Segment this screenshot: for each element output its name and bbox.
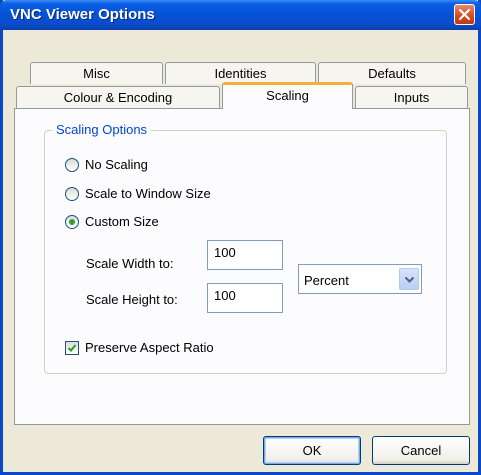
tab-scaling[interactable]: Scaling [222, 82, 353, 109]
ok-button[interactable]: OK [263, 436, 361, 465]
scale-height-input[interactable]: 100 [207, 283, 283, 313]
checkbox[interactable] [65, 341, 79, 355]
radio-label: Custom Size [85, 214, 159, 229]
dropdown-button[interactable] [399, 268, 419, 290]
cancel-button[interactable]: Cancel [372, 436, 470, 465]
tab-identities[interactable]: Identities [165, 62, 316, 84]
close-button[interactable] [454, 4, 475, 25]
unit-select-value: Percent [304, 273, 349, 288]
checkbox-label: Preserve Aspect Ratio [85, 340, 214, 355]
tab-misc[interactable]: Misc [30, 62, 163, 84]
radio-label: No Scaling [85, 157, 148, 172]
unit-select[interactable]: Percent [298, 264, 422, 294]
radio-label: Scale to Window Size [85, 186, 211, 201]
tab-colour-encoding[interactable]: Colour & Encoding [16, 86, 220, 108]
window-title: VNC Viewer Options [10, 6, 155, 23]
tab-inputs[interactable]: Inputs [355, 86, 468, 108]
title-bar[interactable]: VNC Viewer Options [0, 0, 481, 30]
scale-width-input[interactable]: 100 [207, 240, 283, 270]
group-title: Scaling Options [52, 122, 152, 137]
radio-button-selected[interactable] [65, 215, 79, 229]
radio-button[interactable] [65, 158, 79, 172]
scale-width-label: Scale Width to: [86, 256, 174, 271]
tab-defaults[interactable]: Defaults [318, 62, 466, 84]
radio-button[interactable] [65, 187, 79, 201]
scale-height-label: Scale Height to: [86, 292, 178, 307]
